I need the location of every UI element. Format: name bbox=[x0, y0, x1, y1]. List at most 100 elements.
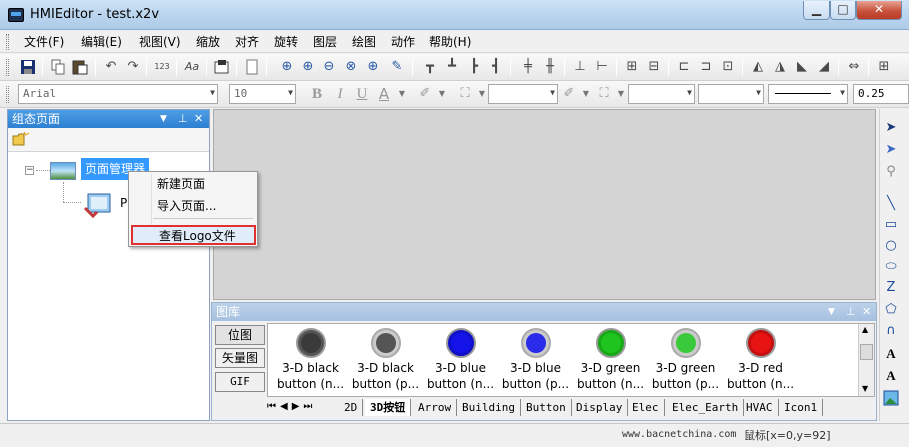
scroll-down-icon[interactable]: ▼ bbox=[862, 384, 868, 393]
new-page-icon[interactable] bbox=[244, 59, 260, 75]
copy-icon[interactable] bbox=[50, 59, 66, 75]
library-item[interactable]: 3-D blue button (p... bbox=[498, 326, 573, 396]
tab-nav-arrows-icon[interactable]: ⏮◀▶⏭ bbox=[267, 401, 316, 412]
menu-view[interactable]: 视图(V) bbox=[139, 34, 181, 50]
flip-vertical-icon[interactable]: ◮ bbox=[772, 59, 788, 75]
rectangle-tool-icon[interactable]: ▭ bbox=[882, 216, 900, 234]
align-bottom-icon[interactable]: ┻ bbox=[444, 59, 460, 75]
align-top-icon[interactable]: ┳ bbox=[422, 59, 438, 75]
close-icon[interactable]: ✕ bbox=[862, 303, 871, 321]
ellipse-tool-icon[interactable]: ⬭ bbox=[882, 258, 900, 276]
menu-action[interactable]: 动作 bbox=[391, 34, 415, 50]
polyline-tool-icon[interactable]: Z bbox=[882, 279, 900, 297]
properties-icon[interactable] bbox=[214, 59, 230, 75]
text-style-icon[interactable]: Aa bbox=[184, 59, 200, 75]
zoom-in-icon[interactable]: ⊕ bbox=[300, 59, 316, 75]
chevron-down-icon[interactable]: ▼ bbox=[578, 86, 594, 102]
scroll-up-icon[interactable]: ▲ bbox=[862, 325, 868, 334]
library-item[interactable]: 3-D green button (n... bbox=[573, 326, 648, 396]
paste-icon[interactable] bbox=[72, 59, 88, 75]
line-color-icon[interactable]: ✐ bbox=[417, 86, 433, 102]
close-button[interactable]: ✕ bbox=[856, 1, 902, 20]
library-tab[interactable]: Elec_Earth bbox=[667, 399, 745, 416]
category-vector[interactable]: 矢量图 bbox=[215, 348, 265, 368]
underline-button[interactable]: U bbox=[354, 86, 370, 102]
menu-rotate[interactable]: 旋转 bbox=[274, 34, 298, 50]
pin-icon[interactable]: ⊥ bbox=[178, 110, 188, 128]
library-tab[interactable]: Arrow bbox=[413, 399, 458, 416]
rich-text-tool-icon[interactable]: A bbox=[882, 367, 900, 385]
pattern-select[interactable]: ▼ bbox=[698, 84, 764, 104]
menu-item-import-page[interactable]: 导入页面... bbox=[157, 196, 216, 216]
image-tool-icon[interactable] bbox=[882, 390, 900, 408]
align-right-icon[interactable]: ┫ bbox=[488, 59, 504, 75]
panel-menu-icon[interactable]: ▼ bbox=[828, 303, 835, 321]
bold-button[interactable]: B bbox=[309, 86, 325, 102]
fill-style-select[interactable]: ▼ bbox=[628, 84, 695, 104]
scroll-thumb[interactable] bbox=[860, 344, 873, 360]
chevron-down-icon[interactable]: ▼ bbox=[394, 86, 410, 102]
font-size-select[interactable]: 10 ▼ bbox=[229, 84, 296, 104]
circle-tool-icon[interactable]: ○ bbox=[882, 237, 900, 255]
center-horizontal-icon[interactable]: ╪ bbox=[520, 59, 536, 75]
same-height-icon[interactable]: ⊐ bbox=[698, 59, 714, 75]
category-gif[interactable]: GIF bbox=[215, 372, 265, 392]
library-tab[interactable]: Elec bbox=[627, 399, 665, 416]
pin-icon[interactable]: ⊥ bbox=[846, 303, 856, 321]
node-select-icon[interactable]: ➤ bbox=[882, 141, 900, 159]
line-width-input[interactable]: 0.25 bbox=[853, 84, 909, 104]
menu-zoom[interactable]: 缩放 bbox=[196, 34, 220, 50]
ungroup-icon[interactable]: ⊟ bbox=[646, 59, 662, 75]
menu-align[interactable]: 对齐 bbox=[235, 34, 259, 50]
select-arrow-icon[interactable]: ➤ bbox=[882, 119, 900, 137]
italic-button[interactable]: I bbox=[332, 86, 348, 102]
group-icon[interactable]: ⊞ bbox=[624, 59, 640, 75]
center-vertical-icon[interactable]: ╫ bbox=[542, 59, 558, 75]
rotate-left-icon[interactable]: ◣ bbox=[794, 59, 810, 75]
chevron-down-icon[interactable]: ▼ bbox=[613, 86, 629, 102]
number-format-icon[interactable]: 123 bbox=[154, 59, 170, 75]
library-item[interactable]: 3-D green button (p... bbox=[648, 326, 723, 396]
redo-icon[interactable]: ↷ bbox=[125, 59, 141, 75]
font-color-button[interactable]: A bbox=[376, 86, 392, 102]
line-style-select[interactable]: ▼ bbox=[488, 84, 558, 104]
zoom-out-icon[interactable]: ⊖ bbox=[321, 59, 337, 75]
save-icon[interactable] bbox=[20, 59, 36, 75]
gradient-color-icon[interactable]: ⛶ bbox=[596, 86, 612, 102]
library-scrollbar[interactable]: ▲ ▼ bbox=[858, 324, 874, 396]
menu-item-new-page[interactable]: 新建页面 bbox=[157, 174, 205, 194]
flip-horizontal-icon[interactable]: ◭ bbox=[750, 59, 766, 75]
library-tab[interactable]: 2D bbox=[339, 399, 364, 416]
space-horizontal-icon[interactable]: ⊢ bbox=[594, 59, 610, 75]
menu-item-view-logo[interactable]: 查看Logo文件 bbox=[131, 225, 256, 245]
library-tab[interactable]: 3D按钮 bbox=[365, 399, 412, 416]
new-folder-icon[interactable] bbox=[12, 131, 30, 147]
tree-child-page[interactable]: P bbox=[120, 196, 127, 210]
menu-edit[interactable]: 编辑(E) bbox=[81, 34, 122, 50]
menu-help[interactable]: 帮助(H) bbox=[429, 34, 471, 50]
align-left-icon[interactable]: ┣ bbox=[466, 59, 482, 75]
same-width-icon[interactable]: ⊏ bbox=[676, 59, 692, 75]
tree-collapse-toggle[interactable]: − bbox=[25, 166, 34, 175]
panel-menu-icon[interactable]: ▼ bbox=[160, 110, 167, 128]
library-tab[interactable]: Button bbox=[521, 399, 572, 416]
library-tab[interactable]: Icon1 bbox=[779, 399, 824, 416]
space-vertical-icon[interactable]: ⊥ bbox=[572, 59, 588, 75]
library-item[interactable]: 3-D black button (n... bbox=[273, 326, 348, 396]
pin-tool-icon[interactable]: ⚲ bbox=[882, 163, 900, 181]
shadow-color-icon[interactable]: ✐ bbox=[561, 86, 577, 102]
same-size-icon[interactable]: ⊡ bbox=[720, 59, 736, 75]
library-item[interactable]: 3-D black button (p... bbox=[348, 326, 423, 396]
zoom-fit-icon[interactable]: ⊗ bbox=[343, 59, 359, 75]
fill-color-icon[interactable]: ⛶ bbox=[457, 86, 473, 102]
minimize-button[interactable]: ▁ bbox=[803, 1, 830, 20]
close-icon[interactable]: ✕ bbox=[194, 110, 203, 128]
font-family-select[interactable]: Arial ▼ bbox=[18, 84, 218, 104]
library-tab[interactable]: HVAC bbox=[741, 399, 779, 416]
library-tab[interactable]: Display bbox=[571, 399, 629, 416]
text-tool-icon[interactable]: A bbox=[882, 345, 900, 363]
category-bitmap[interactable]: 位图 bbox=[215, 325, 265, 345]
library-tab[interactable]: Building bbox=[457, 399, 521, 416]
menu-draw[interactable]: 绘图 bbox=[352, 34, 376, 50]
toolbar-overflow-icon[interactable]: ⇔ bbox=[846, 59, 862, 75]
